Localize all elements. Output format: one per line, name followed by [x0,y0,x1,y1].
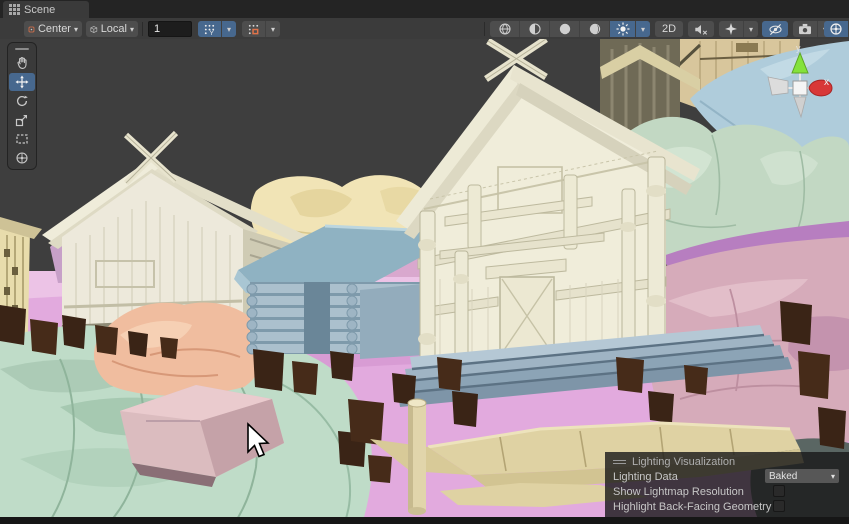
shaded-wireframe-mode-button[interactable] [520,21,550,37]
gizmos-sphere-icon [829,22,843,36]
show-lightmap-resolution-checkbox[interactable] [773,485,785,497]
snap-settings-dropdown[interactable]: ▾ [266,21,280,37]
lighting-data-dropdown[interactable]: Baked ▾ [765,469,839,483]
unlit-sphere-mode-icon [558,22,572,36]
effects-group: ▾ [719,21,758,37]
tool-scale[interactable] [9,111,35,129]
grid-axis-dropdown[interactable]: ▾ [222,21,236,37]
audio-muted-icon [694,23,708,36]
tab-scene[interactable]: Scene [3,1,89,18]
toolbar-separator [484,22,485,36]
wireframe-mode-button[interactable] [490,21,520,37]
highlight-backfacing-checkbox[interactable] [773,500,785,512]
orientation-label: Local [101,23,127,35]
tools-overlay [7,42,37,170]
tool-rotate[interactable] [9,92,35,110]
unlit-mode-button[interactable] [550,21,580,37]
wire-sphere-mode-icon [498,22,512,36]
panel-drag-handle-icon[interactable] [613,460,626,464]
tool-hand[interactable] [9,54,35,72]
scene-toolbar: Center ▾ Local ▾ 1 Y ▾ [0,18,849,40]
tools-drag-handle[interactable] [15,48,29,50]
transform-icon [15,151,29,165]
lighting-data-label: Lighting Data [613,471,678,483]
draw-mode-group: ▾ [490,21,650,37]
svg-text:Y: Y [210,30,215,36]
scene-visibility-button[interactable] [762,21,788,37]
grid-size-field[interactable]: 1 [148,21,192,37]
grid-visibility-icon: Y [203,23,216,36]
half-sphere-mode-icon [528,22,542,36]
panel-title: Lighting Visualization [632,456,735,468]
scene-visibility-eye-icon [768,23,783,36]
shadow-sphere-mode-icon [588,22,602,36]
pivot-dropdown[interactable]: Center ▾ [24,21,82,37]
grid-icon [9,4,20,15]
highlight-backfacing-label: Highlight Back-Facing Geometry [613,501,771,513]
effects-star-icon [724,22,738,36]
local-cube-icon [90,24,98,35]
move-icon [15,75,29,89]
audio-toggle-button[interactable] [688,21,714,37]
scale-icon [15,113,29,127]
grid-visibility-group: Y ▾ [198,21,236,37]
orientation-dropdown[interactable]: Local ▾ [86,21,138,37]
snap-settings-icon [247,23,260,36]
camera-settings-button[interactable] [793,21,818,37]
tool-transform[interactable] [9,149,35,167]
gizmos-toggle-button[interactable] [824,21,849,37]
lighting-dropdown[interactable]: ▾ [636,21,650,37]
effects-toggle-button[interactable] [719,21,744,37]
camera-icon [798,23,812,35]
gizmos-group: ▾ [824,21,849,37]
shadow-mode-button[interactable] [580,21,610,37]
hand-icon [15,56,29,70]
chevron-down-icon: ▾ [74,25,78,34]
2d-label: 2D [662,23,676,35]
2d-toggle-button[interactable]: 2D [655,21,683,37]
show-lightmap-resolution-label: Show Lightmap Resolution [613,486,744,498]
snap-settings-button[interactable] [242,21,266,37]
lighting-visualization-panel: Lighting Visualization Lighting Data Bak… [605,452,849,517]
effects-dropdown[interactable]: ▾ [744,21,758,37]
chevron-down-icon: ▾ [130,25,134,34]
chevron-down-icon: ▾ [831,472,835,481]
gizmo-y-label: y [796,43,801,53]
unity-scene-view: Scene Center ▾ Local ▾ 1 [0,0,849,524]
pivot-icon [28,24,35,35]
lighting-toggle-button[interactable] [610,21,636,37]
snap-settings-group: ▾ [242,21,280,37]
tab-scene-label: Scene [24,4,55,16]
rect-tool-icon [15,132,29,146]
tool-rect[interactable] [9,130,35,148]
viewport-bottom-edge [0,517,849,524]
rotate-icon [15,94,29,108]
lighting-sun-icon [616,22,630,36]
lighting-data-value: Baked [769,471,797,482]
toolbar-separator [142,22,143,36]
grid-visibility-button[interactable]: Y [198,21,222,37]
pivot-label: Center [38,23,71,35]
cylinder-post[interactable] [408,399,426,515]
tab-bar: Scene [0,0,849,18]
tool-move[interactable] [9,73,35,91]
gizmo-x-label: x [824,77,829,88]
